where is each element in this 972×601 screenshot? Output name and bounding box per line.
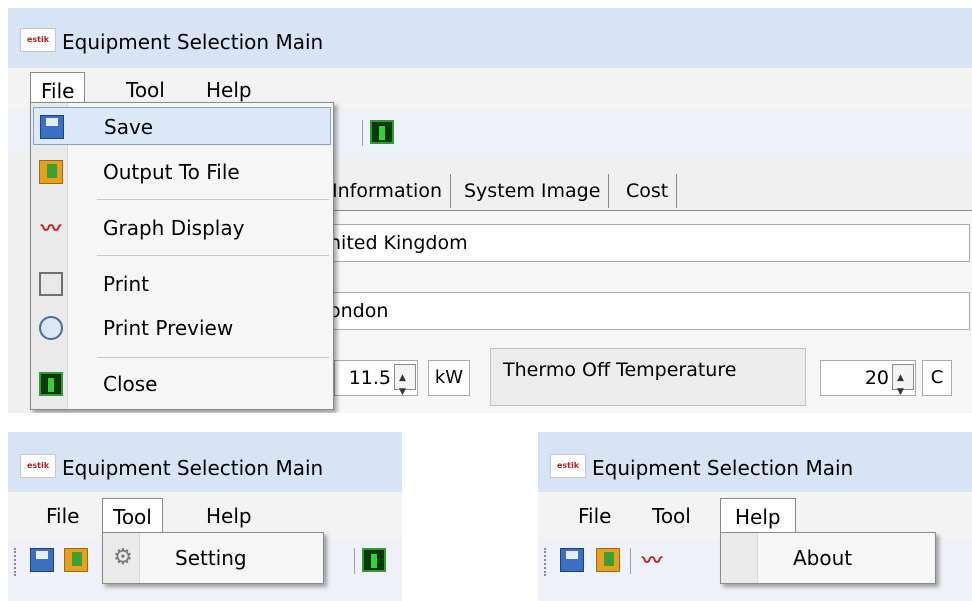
menu-item-output-to-file[interactable]: Output To File [33, 153, 331, 191]
country-field[interactable]: nited Kingdom [324, 224, 970, 262]
menu-gutter [31, 103, 68, 409]
menu-separator [97, 357, 329, 358]
toolbar-separator [354, 548, 355, 574]
toolbar-separator [362, 120, 363, 146]
tab-strip: Information System Image Cost [324, 174, 972, 211]
toolbar-separator [630, 548, 631, 574]
menu-tool[interactable]: Tool [126, 78, 165, 102]
menu-help[interactable]: Help [720, 498, 796, 535]
thermo-off-label: Thermo Off Temperature [490, 348, 806, 406]
tool-menu-screenshot: estik Equipment Selection Main File Tool… [8, 432, 402, 601]
menu-item-label: Save [104, 115, 154, 139]
menu-item-label: Graph Display [103, 216, 245, 240]
menu-item-graph-display[interactable]: 〰 Graph Display [33, 209, 331, 247]
export-icon[interactable] [64, 548, 88, 572]
title-bar: estik Equipment Selection Main [538, 432, 972, 492]
window-title: Equipment Selection Main [62, 456, 324, 480]
menu-item-about[interactable]: About [723, 539, 933, 577]
thermo-input[interactable]: 20 [820, 360, 916, 409]
thermo-stepper[interactable] [892, 361, 914, 409]
print-preview-icon [39, 316, 63, 340]
thermo-value: 20 [864, 367, 889, 389]
menu-item-label: Output To File [103, 160, 240, 184]
menu-item-label: Print Preview [103, 316, 234, 340]
app-logo: estik [20, 454, 56, 478]
menu-file[interactable]: File [578, 504, 611, 528]
menu-help[interactable]: Help [206, 504, 252, 528]
capacity-value: 11.5 [348, 367, 391, 389]
menu-separator [97, 199, 329, 200]
menu-item-setting[interactable]: ⚙ Setting [105, 539, 321, 577]
title-bar: estik Equipment Selection Main [8, 432, 402, 492]
capacity-unit: kW [428, 360, 470, 396]
graph-icon: 〰 [41, 216, 61, 240]
save-icon[interactable] [30, 548, 54, 572]
title-bar: estik Equipment Selection Main [8, 8, 972, 68]
export-icon[interactable] [596, 548, 620, 572]
capacity-stepper[interactable] [394, 361, 416, 409]
menu-tool[interactable]: Tool [102, 498, 163, 535]
close-icon[interactable] [362, 548, 386, 572]
close-icon [39, 372, 63, 396]
export-icon [39, 160, 63, 184]
thermo-unit: C [922, 360, 952, 396]
window-title: Equipment Selection Main [62, 30, 324, 54]
app-logo: estik [550, 454, 586, 478]
help-dropdown: About [720, 532, 936, 584]
gear-icon: ⚙ [113, 545, 133, 570]
tool-dropdown: ⚙ Setting [102, 532, 324, 584]
menu-item-label: Print [103, 272, 150, 296]
file-dropdown: Save Output To File 〰 Graph Display Prin… [30, 102, 334, 410]
save-icon[interactable] [560, 548, 584, 572]
menu-item-label: About [793, 546, 853, 570]
city-field[interactable]: ondon [324, 292, 970, 330]
menu-item-label: Setting [175, 546, 247, 570]
file-menu-screenshot: estik Equipment Selection Main File Tool… [8, 8, 972, 413]
menu-separator [97, 255, 329, 256]
save-icon [40, 115, 64, 139]
capacity-input[interactable]: 11.5 [334, 360, 418, 409]
help-menu-screenshot: estik Equipment Selection Main File Tool… [538, 432, 972, 601]
tab-information[interactable]: Information [324, 174, 451, 208]
menu-item-save[interactable]: Save [33, 107, 331, 145]
menu-tool[interactable]: Tool [652, 504, 691, 528]
menu-file[interactable]: File [46, 504, 79, 528]
toolbar-grip[interactable] [544, 548, 550, 576]
menu-item-print[interactable]: Print [33, 265, 331, 303]
app-logo: estik [20, 28, 56, 52]
tab-cost[interactable]: Cost [618, 174, 678, 208]
menu-item-close[interactable]: Close [33, 365, 331, 403]
graph-icon[interactable]: 〰 [640, 548, 664, 572]
close-icon[interactable] [370, 120, 394, 144]
print-icon [39, 272, 63, 296]
menu-help[interactable]: Help [206, 78, 252, 102]
tab-system-image[interactable]: System Image [456, 174, 610, 208]
menu-item-print-preview[interactable]: Print Preview [33, 309, 331, 347]
toolbar-grip[interactable] [14, 548, 20, 576]
window-title: Equipment Selection Main [592, 456, 854, 480]
menu-item-label: Close [103, 372, 158, 396]
